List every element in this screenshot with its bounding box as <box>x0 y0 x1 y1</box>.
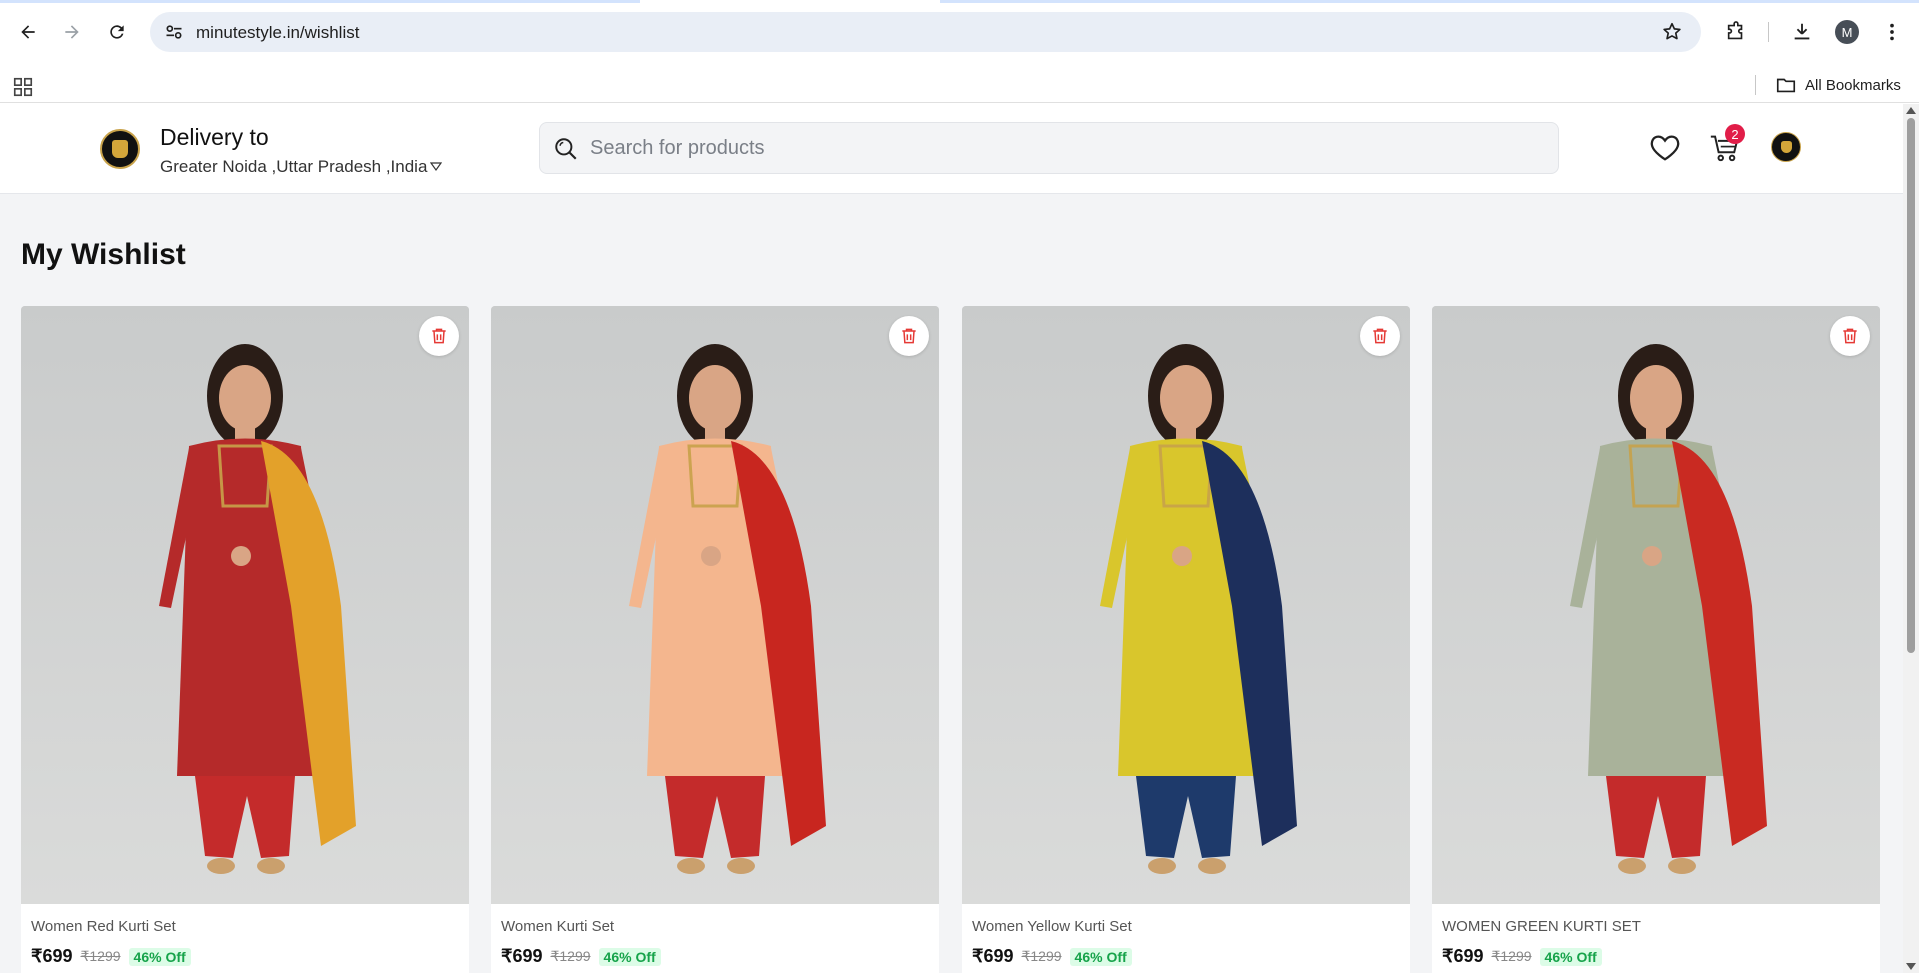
model-photo <box>1432 306 1880 904</box>
browser-toolbar: minutestyle.in/wishlist M <box>0 0 1919 66</box>
product-price: ₹699 <box>972 946 1014 966</box>
price-row: ₹699 ₹1299 46% Off <box>501 946 661 967</box>
trash-icon <box>1843 328 1857 344</box>
wishlist-page: Delivery to Greater Noida ,Uttar Pradesh… <box>0 104 1903 973</box>
remove-from-wishlist-button[interactable] <box>889 316 929 356</box>
delivery-title: Delivery to <box>160 124 269 150</box>
caret-down-icon <box>430 162 443 172</box>
page-scrollbar[interactable] <box>1903 104 1919 973</box>
puzzle-icon <box>1727 21 1743 40</box>
product-name[interactable]: Women Yellow Kurti Set <box>972 918 1132 935</box>
address-bar[interactable]: minutestyle.in/wishlist <box>150 12 1701 52</box>
trash-icon <box>902 328 916 344</box>
product-search[interactable] <box>539 122 1559 174</box>
product-name[interactable]: Women Red Kurti Set <box>31 918 176 935</box>
wishlist-card[interactable]: Women Kurti Set ₹699 ₹1299 46% Off <box>491 306 939 973</box>
site-info-icon[interactable] <box>164 22 184 42</box>
bookmarks-divider <box>1755 75 1756 95</box>
remove-from-wishlist-button[interactable] <box>1360 316 1400 356</box>
discount-badge: 46% Off <box>128 947 191 966</box>
product-price: ₹699 <box>31 946 73 966</box>
wishlist-button[interactable] <box>1647 130 1683 166</box>
cart-count-badge: 2 <box>1725 124 1745 144</box>
back-button[interactable] <box>12 16 44 48</box>
chrome-menu-button[interactable] <box>1878 18 1906 46</box>
discount-badge: 46% Off <box>1539 947 1602 966</box>
heart-icon <box>1650 135 1680 161</box>
scroll-up-arrow[interactable] <box>1906 107 1916 114</box>
product-price: ₹699 <box>1442 946 1484 966</box>
delivery-location-selector[interactable]: Greater Noida ,Uttar Pradesh ,India <box>160 157 443 177</box>
search-icon <box>555 138 577 160</box>
model-photo <box>21 306 469 904</box>
tab-strip <box>0 0 640 3</box>
reload-icon <box>110 25 124 39</box>
product-mrp: ₹1299 <box>1021 948 1062 964</box>
remove-from-wishlist-button[interactable] <box>419 316 459 356</box>
site-logo[interactable] <box>100 129 140 169</box>
product-image[interactable] <box>962 306 1410 904</box>
product-name[interactable]: WOMEN GREEN KURTI SET <box>1442 918 1641 935</box>
product-image[interactable] <box>491 306 939 904</box>
tab-strip-right <box>940 0 1919 3</box>
logo-mark <box>112 140 128 158</box>
extensions-button[interactable] <box>1722 18 1750 46</box>
model-photo <box>491 306 939 904</box>
folder-icon <box>1776 78 1796 93</box>
wishlist-card[interactable]: Women Red Kurti Set ₹699 ₹1299 46% Off <box>21 306 469 973</box>
product-image[interactable] <box>21 306 469 904</box>
product-name[interactable]: Women Kurti Set <box>501 918 614 935</box>
scroll-down-arrow[interactable] <box>1906 963 1916 970</box>
discount-badge: 46% Off <box>598 947 661 966</box>
downloads-button[interactable] <box>1788 18 1816 46</box>
reload-button[interactable] <box>101 16 133 48</box>
avatar-mark <box>1780 141 1792 153</box>
remove-from-wishlist-button[interactable] <box>1830 316 1870 356</box>
price-row: ₹699 ₹1299 46% Off <box>31 946 191 967</box>
discount-badge: 46% Off <box>1069 947 1132 966</box>
all-bookmarks-label: All Bookmarks <box>1805 76 1901 94</box>
arrow-right-icon <box>65 25 79 39</box>
delivery-location-text: Greater Noida ,Uttar Pradesh ,India <box>160 157 428 176</box>
search-input[interactable] <box>590 123 1530 173</box>
trash-icon <box>432 328 446 344</box>
download-icon <box>1794 23 1810 40</box>
product-mrp: ₹1299 <box>80 948 121 964</box>
url-text[interactable]: minutestyle.in/wishlist <box>196 23 359 43</box>
toolbar-divider <box>1768 22 1769 42</box>
model-photo <box>962 306 1410 904</box>
wishlist-card[interactable]: Women Yellow Kurti Set ₹699 ₹1299 46% Off <box>962 306 1410 973</box>
price-row: ₹699 ₹1299 46% Off <box>972 946 1132 967</box>
scroll-thumb[interactable] <box>1907 118 1915 653</box>
product-mrp: ₹1299 <box>550 948 591 964</box>
wishlist-card[interactable]: WOMEN GREEN KURTI SET ₹699 ₹1299 46% Off <box>1432 306 1880 973</box>
kebab-menu-icon <box>1890 23 1894 41</box>
arrow-left-icon <box>21 25 35 39</box>
page-title: My Wishlist <box>21 238 186 271</box>
price-row: ₹699 ₹1299 46% Off <box>1442 946 1602 967</box>
apps-grid-icon[interactable] <box>12 76 34 98</box>
profile-avatar[interactable]: M <box>1835 20 1859 44</box>
account-avatar[interactable] <box>1771 132 1801 162</box>
forward-button[interactable] <box>56 16 88 48</box>
product-price: ₹699 <box>501 946 543 966</box>
all-bookmarks-button[interactable]: All Bookmarks <box>1775 74 1901 96</box>
product-mrp: ₹1299 <box>1491 948 1532 964</box>
bookmark-star-icon[interactable] <box>1661 21 1683 43</box>
trash-icon <box>1373 328 1387 344</box>
site-header: Delivery to Greater Noida ,Uttar Pradesh… <box>0 104 1903 194</box>
bookmarks-bar: All Bookmarks <box>0 66 1919 103</box>
product-image[interactable] <box>1432 306 1880 904</box>
